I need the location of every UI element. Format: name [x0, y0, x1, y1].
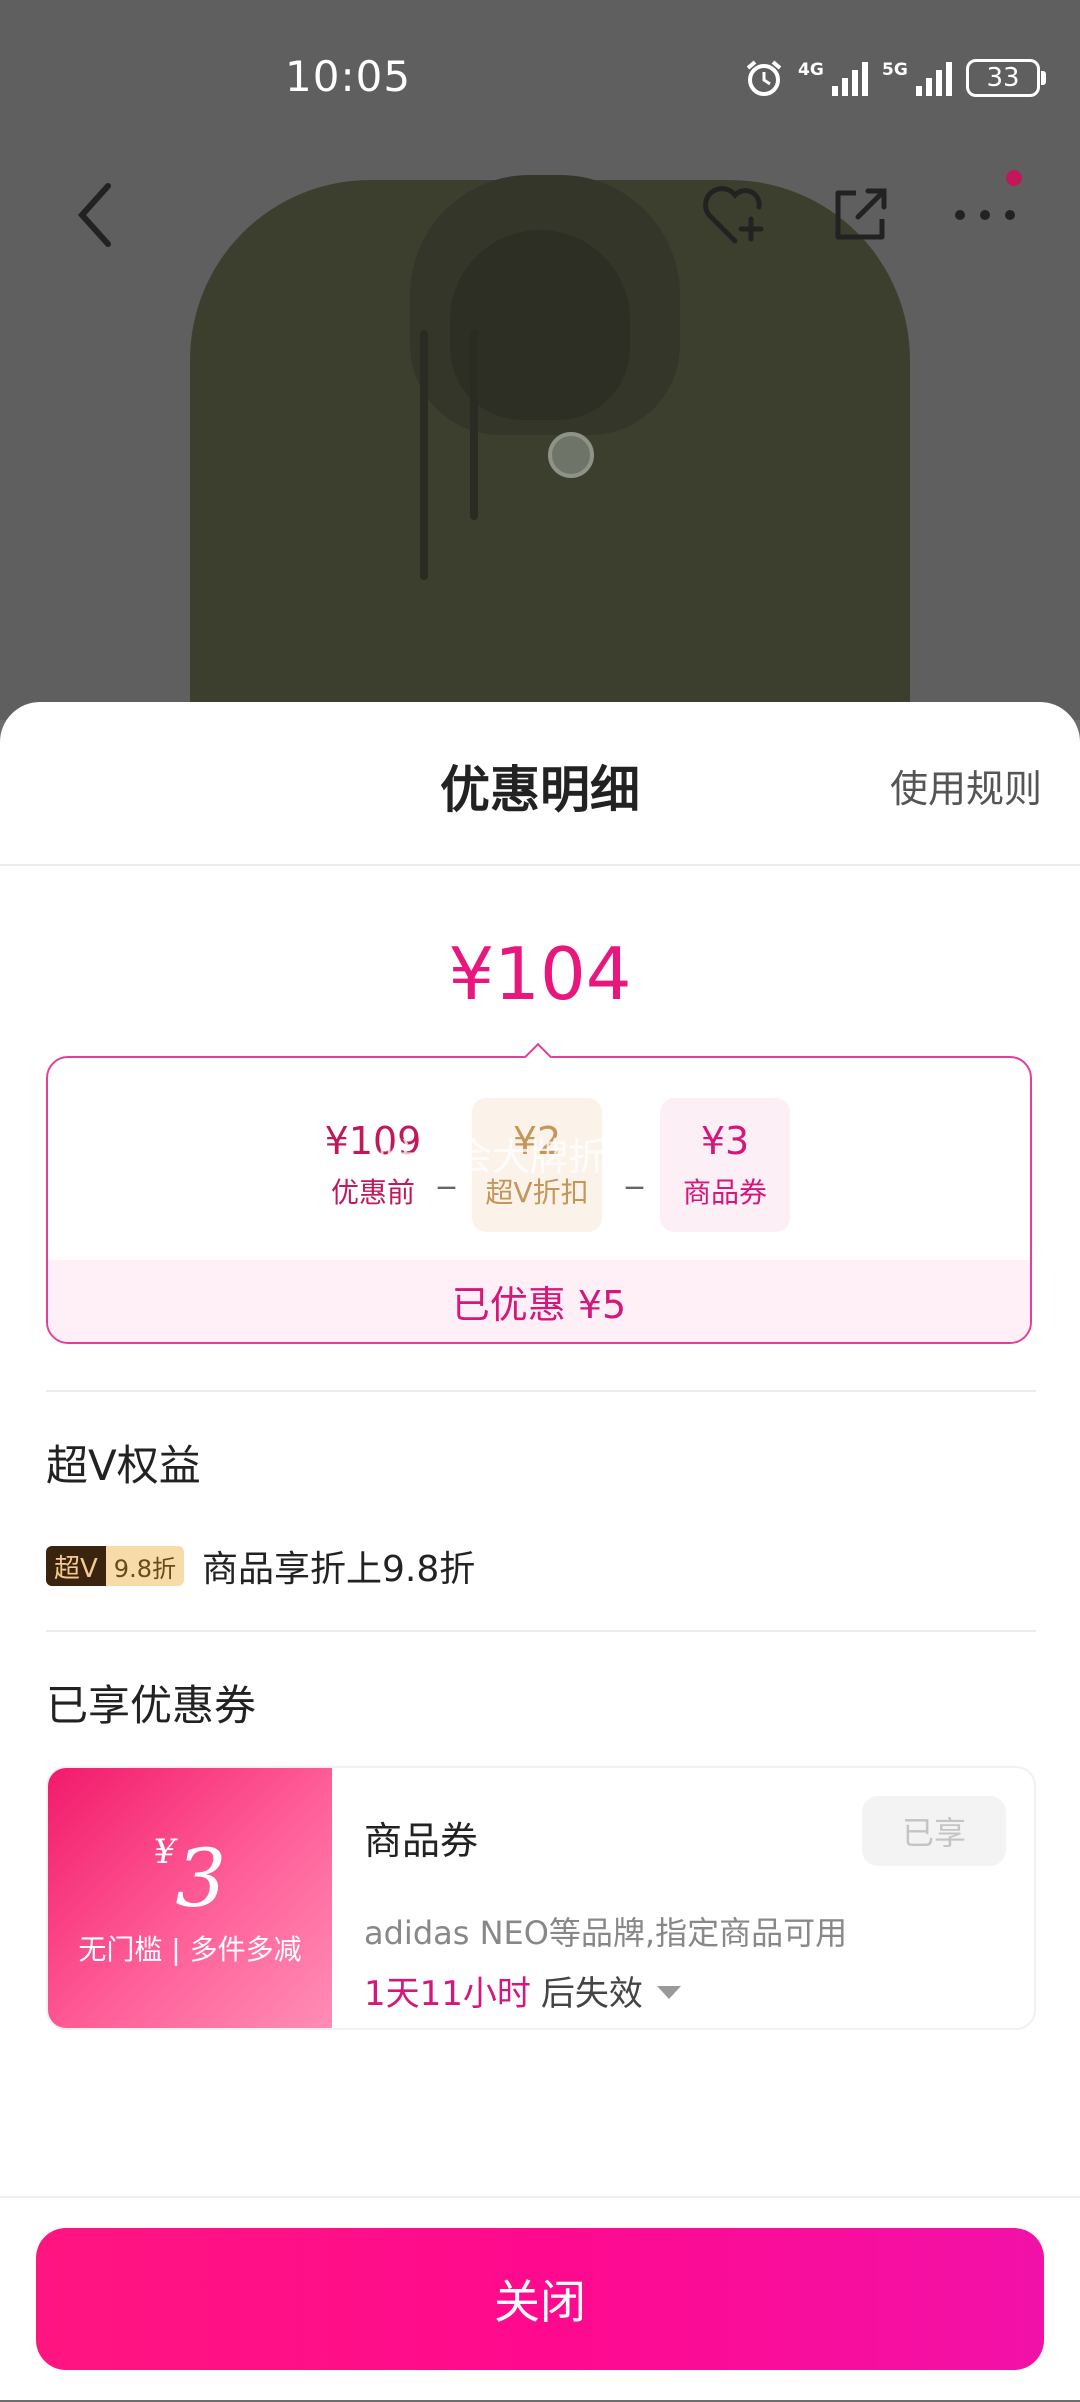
favorite-button[interactable] [690, 170, 780, 260]
share-button[interactable] [815, 170, 905, 260]
coupon-amount: ¥3 [48, 1832, 332, 1925]
hoodie-string-left [420, 330, 428, 580]
back-button[interactable] [50, 170, 140, 260]
hoodie-logo [548, 432, 594, 478]
divider [46, 1630, 1036, 1632]
sheet-footer: 关闭 [0, 2196, 1080, 2402]
battery-icon: 33 [966, 59, 1046, 97]
status-time: 10:05 [285, 52, 412, 101]
total-saved: 已优惠 ¥5 [48, 1260, 1030, 1342]
notification-dot [1006, 170, 1022, 186]
favorite-add-icon [703, 186, 764, 244]
coupon-status-badge: 已享 [862, 1796, 1006, 1866]
caret-down-icon[interactable] [656, 1986, 681, 1999]
status-bar: 10:05 4G 5G 33 [0, 0, 1080, 150]
coupon-perforation [324, 1768, 340, 2028]
close-button[interactable]: 关闭 [36, 2228, 1044, 2370]
battery-level: 33 [986, 63, 1020, 93]
more-icon [955, 210, 1015, 220]
coupon-value-panel: ¥3 无门槛 | 多件多减 [48, 1768, 332, 2028]
divider [46, 1390, 1036, 1392]
final-price: ¥104 [448, 932, 632, 1016]
coupon-condition: 无门槛 | 多件多减 [78, 1933, 302, 1966]
signal-5g-icon: 5G [882, 60, 952, 96]
vip-section-title: 超V权益 [46, 1441, 201, 1490]
coupon-discount-chip: ¥3 商品券 [660, 1098, 790, 1232]
signal-4g-icon: 4G [798, 60, 868, 96]
coupon-currency: ¥ [153, 1832, 176, 1872]
hoodie-string-right [470, 330, 478, 520]
coupon-expiry[interactable]: 1天11小时 后失效 [364, 1966, 681, 2015]
status-icons: 4G 5G 33 [744, 58, 1046, 98]
discount-detail-sheet: 优惠明细 使用规则 ¥104 ¥109 优惠前 _ ¥2 超V折扣 _ ¥3 商… [0, 702, 1080, 2400]
vip-badge-discount: 9.8折 [105, 1546, 184, 1586]
brand-discount-overlay-text: 唯品会大牌折扣 [378, 1135, 645, 1179]
price-breakdown-card: ¥109 优惠前 _ ¥2 超V折扣 _ ¥3 商品券 唯品会大牌折扣 已优惠 … [46, 1056, 1032, 1344]
product-top-nav [0, 150, 1080, 250]
coupon-expiry-time: 1天11小时 [364, 1974, 531, 2014]
coupon-expiry-suffix: 后失效 [540, 1974, 643, 2014]
coupon-discount-label: 商品券 [682, 1176, 767, 1209]
alarm-icon [746, 60, 782, 96]
sheet-header: 优惠明细 使用规则 [0, 702, 1080, 866]
more-button[interactable] [940, 170, 1030, 260]
back-icon [77, 183, 111, 247]
coupon-amount-number: 3 [175, 1832, 227, 1925]
coupon-name: 商品券 [364, 1819, 479, 1863]
vip-benefit-text: 商品享折上9.8折 [201, 1549, 476, 1590]
coupon-card: ¥3 无门槛 | 多件多减 商品券 已享 adidas NEO等品牌,指定商品可… [46, 1766, 1036, 2030]
vip-benefit-row: 超V 9.8折 商品享折上9.8折 [46, 1540, 475, 1592]
coupon-section-title: 已享优惠券 [46, 1681, 257, 1730]
network-label-1: 4G [798, 60, 824, 80]
coupon-discount-value: ¥3 [700, 1119, 750, 1163]
coupon-description: adidas NEO等品牌,指定商品可用 [364, 1914, 848, 1952]
network-label-2: 5G [882, 60, 908, 80]
share-icon [835, 188, 887, 240]
vip-badge-main: 超V [46, 1546, 106, 1586]
vip-badge: 超V 9.8折 [46, 1546, 184, 1586]
rules-link[interactable]: 使用规则 [890, 758, 1042, 813]
